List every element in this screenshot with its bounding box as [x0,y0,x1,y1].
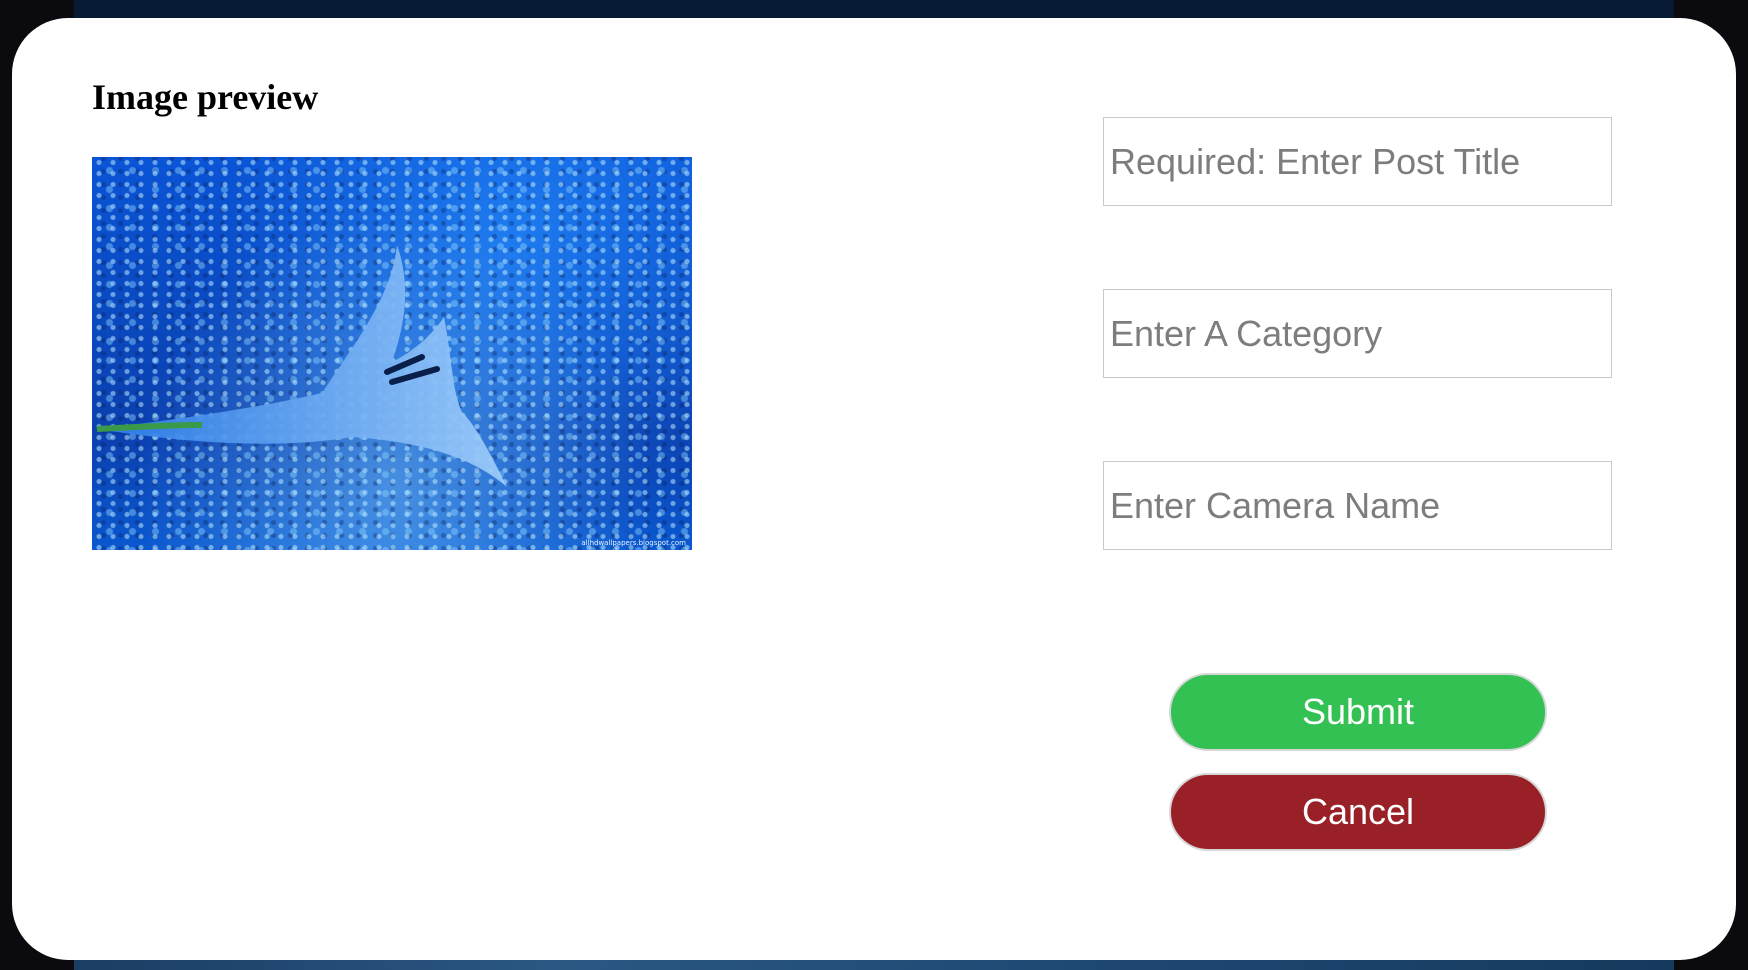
lily-flower [96,245,507,487]
preview-title: Image preview [92,77,319,117]
submit-button[interactable]: Submit [1169,673,1547,751]
preview-image: allhdwallpapers.blogspot.com [92,157,692,550]
category-input[interactable] [1103,289,1612,378]
post-title-input[interactable] [1103,117,1612,206]
cancel-button[interactable]: Cancel [1169,773,1547,851]
camera-name-input[interactable] [1103,461,1612,550]
upload-modal: Image preview allhdwallpapers.blogspot.c… [12,18,1736,960]
image-credit: allhdwallpapers.blogspot.com [581,539,686,547]
